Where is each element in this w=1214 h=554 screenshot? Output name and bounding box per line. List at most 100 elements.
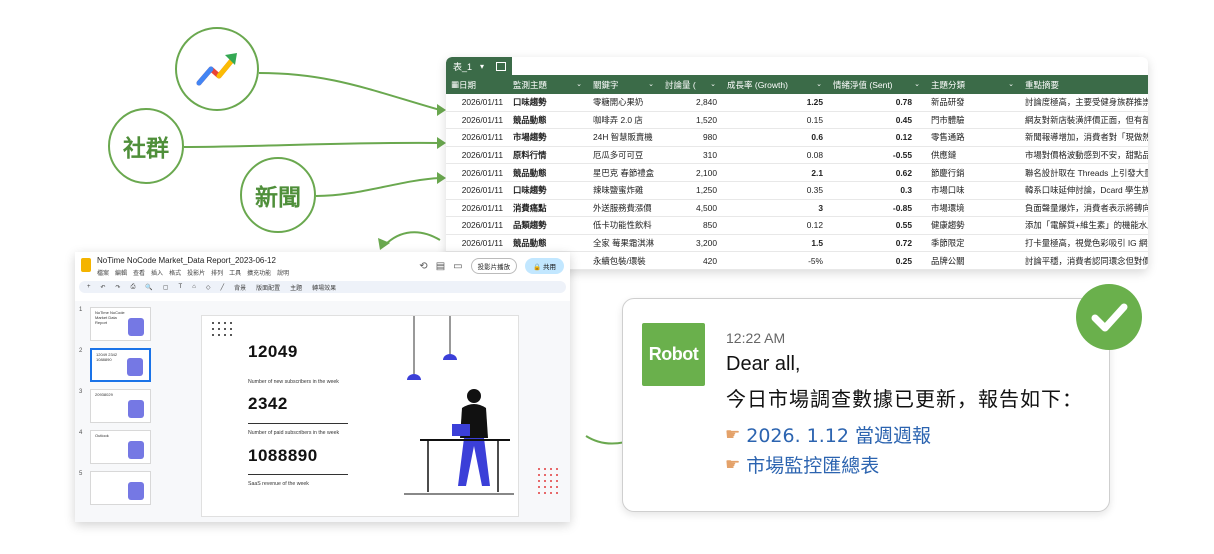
table-cell[interactable]: 2.1 xyxy=(722,164,828,181)
table-cell[interactable]: 競品動態 xyxy=(508,112,588,129)
table-cell[interactable]: 310 xyxy=(660,147,722,164)
column-header[interactable]: 討論量 (⌄ xyxy=(660,75,722,94)
table-cell[interactable]: 2026/01/11 xyxy=(446,182,508,199)
table-cell[interactable]: 2026/01/11 xyxy=(446,94,508,111)
column-header[interactable]: 主題分類 ⌄ xyxy=(926,75,1020,94)
toolbar-button[interactable]: 主題 xyxy=(288,283,304,292)
slide-thumbnail[interactable]: 4 Outlook xyxy=(79,430,155,468)
table-grid-icon[interactable] xyxy=(496,61,507,71)
table-cell[interactable]: 市場對價格波動感到不安，甜點品牌 xyxy=(1020,147,1148,164)
history-icon[interactable]: ⟲ xyxy=(419,261,427,272)
filter-dropdown-icon[interactable]: ⌄ xyxy=(816,80,822,88)
table-cell[interactable]: 咖啡弄 2.0 店 xyxy=(588,112,660,129)
table-cell[interactable]: 420 xyxy=(660,252,722,269)
table-cell[interactable]: 品牌公關 xyxy=(926,252,1020,269)
column-header[interactable]: ▦ 日期 xyxy=(446,75,508,94)
menu-item[interactable]: 工具 xyxy=(229,268,241,277)
table-cell[interactable]: 討論平穩，消費者認同環念但對價格 xyxy=(1020,252,1148,269)
table-cell[interactable]: 討論度極高，主要受健身族群推崇， xyxy=(1020,94,1148,111)
slide-thumbnail[interactable]: 1 NoTime NoCode Market Data Report xyxy=(79,307,155,345)
table-cell[interactable]: 2026/01/11 xyxy=(446,200,508,217)
table-cell[interactable]: 1.25 xyxy=(722,94,828,111)
slide-canvas[interactable]: 12049 Number of new subscribers in the w… xyxy=(201,315,558,517)
menu-item[interactable]: 查看 xyxy=(133,268,145,277)
line-icon[interactable]: ╱ xyxy=(218,284,226,291)
slide-thumbnail[interactable]: 2 12049 2342 1088890 xyxy=(79,348,155,386)
shape-icon[interactable]: ◇ xyxy=(204,284,213,291)
comment-icon[interactable]: ▤ xyxy=(436,261,445,272)
menu-item[interactable]: 編輯 xyxy=(115,268,127,277)
table-cell[interactable]: 24H 智慧販賣機 xyxy=(588,129,660,146)
redo-icon[interactable]: ↷ xyxy=(114,284,123,291)
table-cell[interactable]: 0.6 xyxy=(722,129,828,146)
table-cell[interactable]: 1,520 xyxy=(660,112,722,129)
table-cell[interactable]: 0.15 xyxy=(722,112,828,129)
table-cell[interactable]: 2026/01/11 xyxy=(446,129,508,146)
toolbar-button[interactable]: 版面配置 xyxy=(254,283,282,292)
table-cell[interactable]: 0.25 xyxy=(828,252,926,269)
table-cell[interactable]: 980 xyxy=(660,129,722,146)
table-cell[interactable]: 0.3 xyxy=(828,182,926,199)
table-cell[interactable]: 網友對新店裝潢評價正面，但有部分 xyxy=(1020,112,1148,129)
table-cell[interactable]: 厄瓜多可可豆 xyxy=(588,147,660,164)
camera-icon[interactable]: ▭ xyxy=(453,261,462,272)
menu-item[interactable]: 排列 xyxy=(211,268,223,277)
undo-icon[interactable]: ↶ xyxy=(99,284,108,291)
table-cell[interactable]: 原料行情 xyxy=(508,147,588,164)
table-cell[interactable]: 0.62 xyxy=(828,164,926,181)
table-cell[interactable]: -5% xyxy=(722,252,828,269)
table-cell[interactable]: 1,250 xyxy=(660,182,722,199)
table-cell[interactable]: 口味趨勢 xyxy=(508,182,588,199)
column-header[interactable]: 重點摘要 xyxy=(1020,75,1148,94)
menu-item[interactable]: 插入 xyxy=(151,268,163,277)
table-cell[interactable]: 零糖開心果奶 xyxy=(588,94,660,111)
sheet-tab[interactable]: 表_1 ▾ xyxy=(446,57,512,75)
table-cell[interactable]: 市場趨勢 xyxy=(508,129,588,146)
textbox-icon[interactable]: T xyxy=(177,284,185,290)
filter-dropdown-icon[interactable]: ⌄ xyxy=(576,80,582,88)
table-cell[interactable]: 門市體驗 xyxy=(926,112,1020,129)
table-cell[interactable]: 0.12 xyxy=(828,129,926,146)
table-cell[interactable]: 供應鏈 xyxy=(926,147,1020,164)
table-cell[interactable]: 打卡量極高，視覺色彩吸引 IG 網紅轉 xyxy=(1020,235,1148,252)
table-cell[interactable]: 2026/01/11 xyxy=(446,217,508,234)
table-cell[interactable]: 0.45 xyxy=(828,112,926,129)
summary-table-link[interactable]: ☛ 市場監控匯總表 xyxy=(725,451,879,478)
menu-item[interactable]: 投影片 xyxy=(187,268,205,277)
table-cell[interactable]: 2026/01/11 xyxy=(446,164,508,181)
table-cell[interactable]: 2026/01/11 xyxy=(446,147,508,164)
print-icon[interactable]: ⎙ xyxy=(129,284,138,291)
weekly-report-link[interactable]: ☛ 2026. 1.12 當週週報 xyxy=(725,421,931,448)
column-header[interactable]: 監測主題 ⌄ xyxy=(508,75,588,94)
menu-item[interactable]: 擴充功能 xyxy=(247,268,271,277)
table-cell[interactable]: 2,100 xyxy=(660,164,722,181)
table-cell[interactable]: 新品研發 xyxy=(926,94,1020,111)
table-cell[interactable]: 新聞報導增加，消費者對「現做熱食 xyxy=(1020,129,1148,146)
table-cell[interactable]: 添加「電解質+維生素」的機能水成為 xyxy=(1020,217,1148,234)
table-cell[interactable]: 3,200 xyxy=(660,235,722,252)
filter-dropdown-icon[interactable]: ⌄ xyxy=(648,80,654,88)
menu-item[interactable]: 說明 xyxy=(277,268,289,277)
chevron-down-icon[interactable]: ▾ xyxy=(480,62,484,71)
table-cell[interactable]: 0.55 xyxy=(828,217,926,234)
table-cell[interactable]: 市場環境 xyxy=(926,200,1020,217)
table-cell[interactable]: 口味趨勢 xyxy=(508,94,588,111)
menu-item[interactable]: 檔案 xyxy=(97,268,109,277)
table-cell[interactable]: 節慶行銷 xyxy=(926,164,1020,181)
present-button[interactable]: 投影片播放 xyxy=(470,258,518,274)
toolbar-button[interactable]: 背景 xyxy=(232,283,248,292)
column-header[interactable]: 情緒淨值 (Sent) ⌄ xyxy=(828,75,926,94)
table-cell[interactable]: 品類趨勢 xyxy=(508,217,588,234)
column-header[interactable]: 關鍵字 ⌄ xyxy=(588,75,660,94)
add-icon[interactable]: + xyxy=(85,284,93,290)
table-cell[interactable]: 辣味鹽蜜炸雞 xyxy=(588,182,660,199)
table-cell[interactable]: 韓系口味延伸討論，Dcard 學生族群 xyxy=(1020,182,1148,199)
table-cell[interactable]: 負面聲量爆炸，消費者表示將轉向自 xyxy=(1020,200,1148,217)
table-cell[interactable]: 0.72 xyxy=(828,235,926,252)
table-cell[interactable]: 競品動態 xyxy=(508,164,588,181)
document-title[interactable]: NoTime NoCode Market_Data Report_2023-06… xyxy=(97,256,289,265)
table-cell[interactable]: 0.35 xyxy=(722,182,828,199)
zoom-icon[interactable]: 🔍 xyxy=(143,284,154,291)
table-cell[interactable]: 3 xyxy=(722,200,828,217)
table-cell[interactable]: 0.78 xyxy=(828,94,926,111)
